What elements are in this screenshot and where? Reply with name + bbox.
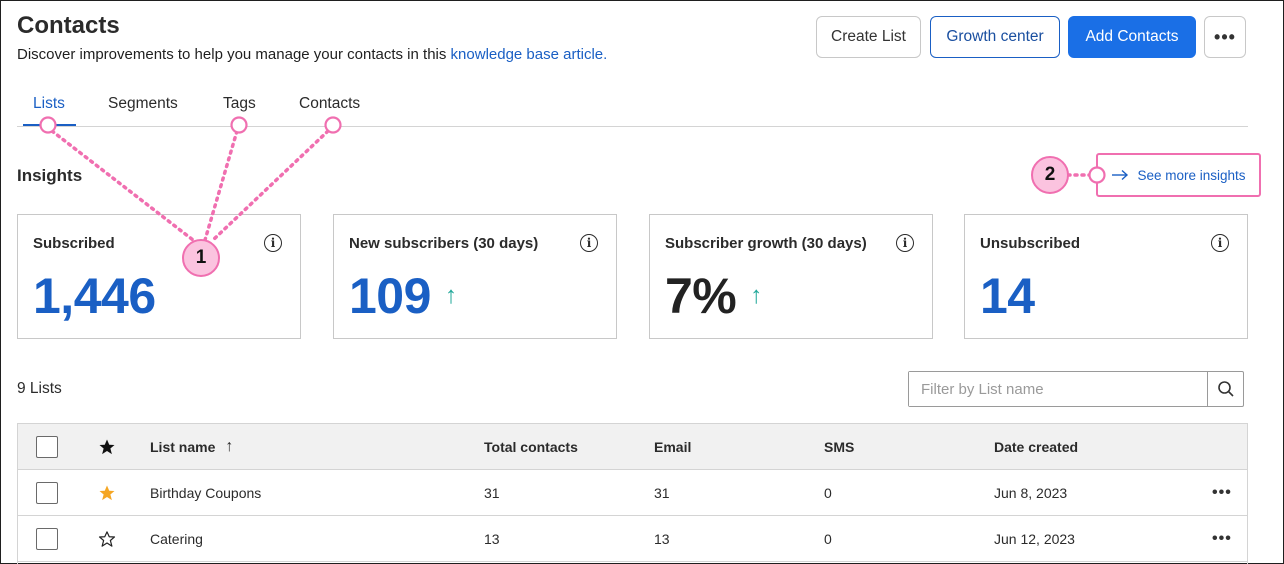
insight-card-subscriber-growth: Subscriber growth (30 days) i 7% ↑ (649, 214, 933, 339)
subtitle-text: Discover improvements to help you manage… (17, 46, 447, 63)
row-select-cell (36, 516, 58, 561)
search-icon (1217, 381, 1234, 397)
add-contacts-button[interactable]: Add Contacts (1068, 16, 1196, 58)
knowledge-base-link[interactable]: knowledge base article. (451, 46, 608, 63)
tab-segments[interactable]: Segments (108, 95, 178, 113)
card-value-number: 1,446 (33, 268, 156, 324)
tabs-divider (17, 126, 1248, 127)
see-more-insights-label: See more insights (1137, 167, 1246, 183)
card-value: 14 (980, 267, 1035, 325)
row-menu-button[interactable]: ••• (1212, 516, 1232, 561)
list-name-cell[interactable]: Birthday Coupons (150, 470, 261, 515)
page-title: Contacts (17, 12, 120, 39)
email-cell: 13 (654, 530, 670, 547)
tab-tags[interactable]: Tags (223, 95, 256, 113)
favorite-cell (98, 516, 116, 561)
email-cell: 31 (654, 484, 670, 501)
column-header-total-contacts[interactable]: Total contacts (484, 424, 578, 469)
lists-table: List name ↑ Total contacts Email SMS Dat… (17, 423, 1248, 564)
card-value: 7% ↑ (665, 267, 762, 325)
info-icon[interactable]: i (1211, 234, 1229, 252)
info-icon[interactable]: i (264, 234, 282, 252)
card-value: 1,446 (33, 267, 156, 325)
trend-up-icon: ↑ (750, 282, 762, 309)
info-icon[interactable]: i (896, 234, 914, 252)
filter-box (908, 371, 1244, 407)
row-checkbox[interactable] (36, 481, 58, 504)
tab-contacts[interactable]: Contacts (299, 95, 360, 113)
tab-lists[interactable]: Lists (33, 95, 65, 113)
insight-card-unsubscribed: Unsubscribed i 14 (964, 214, 1248, 339)
column-header-sms[interactable]: SMS (824, 424, 854, 469)
card-value-number: 7% (665, 268, 737, 324)
insight-card-subscribed: Subscribed i 1,446 (17, 214, 301, 339)
growth-center-button[interactable]: Growth center (930, 16, 1060, 58)
trend-up-icon: ↑ (444, 282, 457, 309)
date-created-cell: Jun 8, 2023 (994, 484, 1068, 501)
card-value-number: 14 (980, 268, 1035, 324)
filter-list-name-input[interactable] (909, 372, 1207, 406)
list-name-cell[interactable]: Catering (150, 516, 203, 561)
annotation-badge-2: 2 (1031, 156, 1069, 194)
insight-card-new-subscribers: New subscribers (30 days) i 109 ↑ (333, 214, 617, 339)
arrow-right-icon (1112, 169, 1129, 181)
select-all-cell (36, 424, 58, 469)
card-title: Subscriber growth (30 days) (665, 235, 867, 252)
column-header-email[interactable]: Email (654, 424, 691, 469)
row-menu-button[interactable]: ••• (1212, 470, 1232, 515)
info-icon[interactable]: i (580, 234, 598, 252)
table-header: List name ↑ Total contacts Email SMS Dat… (18, 424, 1247, 470)
page-subtitle: Discover improvements to help you manage… (17, 46, 607, 63)
favorite-column-header (98, 424, 116, 469)
favorite-cell (98, 470, 116, 515)
column-header-date-created[interactable]: Date created (994, 424, 1078, 469)
total-contacts-cell: 31 (484, 484, 500, 501)
sms-cell: 0 (824, 530, 832, 547)
card-value-number: 109 (349, 268, 431, 324)
star-filled-icon (99, 439, 115, 454)
column-header-list-name[interactable]: List name ↑ (150, 424, 233, 469)
sort-ascending-icon[interactable]: ↑ (225, 438, 233, 456)
annotation-badge-1: 1 (182, 239, 220, 277)
select-all-checkbox[interactable] (36, 435, 58, 458)
star-filled-icon[interactable] (98, 484, 116, 502)
sms-cell: 0 (824, 484, 832, 501)
search-button[interactable] (1207, 372, 1243, 406)
lists-count: 9 Lists (17, 380, 62, 397)
row-checkbox[interactable] (36, 527, 58, 550)
row-select-cell (36, 470, 58, 515)
star-outline-icon[interactable] (98, 530, 116, 548)
see-more-insights-link[interactable]: See more insights (1096, 153, 1261, 197)
date-created-cell: Jun 12, 2023 (994, 530, 1075, 547)
insights-heading: Insights (17, 166, 83, 185)
card-title: Unsubscribed (980, 235, 1081, 252)
card-title: Subscribed (33, 235, 115, 252)
total-contacts-cell: 13 (484, 530, 500, 547)
column-header-label: List name (150, 438, 216, 455)
create-list-button[interactable]: Create List (816, 16, 921, 58)
more-options-button[interactable]: ••• (1204, 16, 1246, 58)
table-row[interactable]: Birthday Coupons 31 31 0 Jun 8, 2023 ••• (18, 470, 1247, 516)
card-value: 109 ↑ (349, 267, 457, 325)
table-row[interactable]: Catering 13 13 0 Jun 12, 2023 ••• (18, 516, 1247, 562)
card-title: New subscribers (30 days) (349, 235, 539, 252)
